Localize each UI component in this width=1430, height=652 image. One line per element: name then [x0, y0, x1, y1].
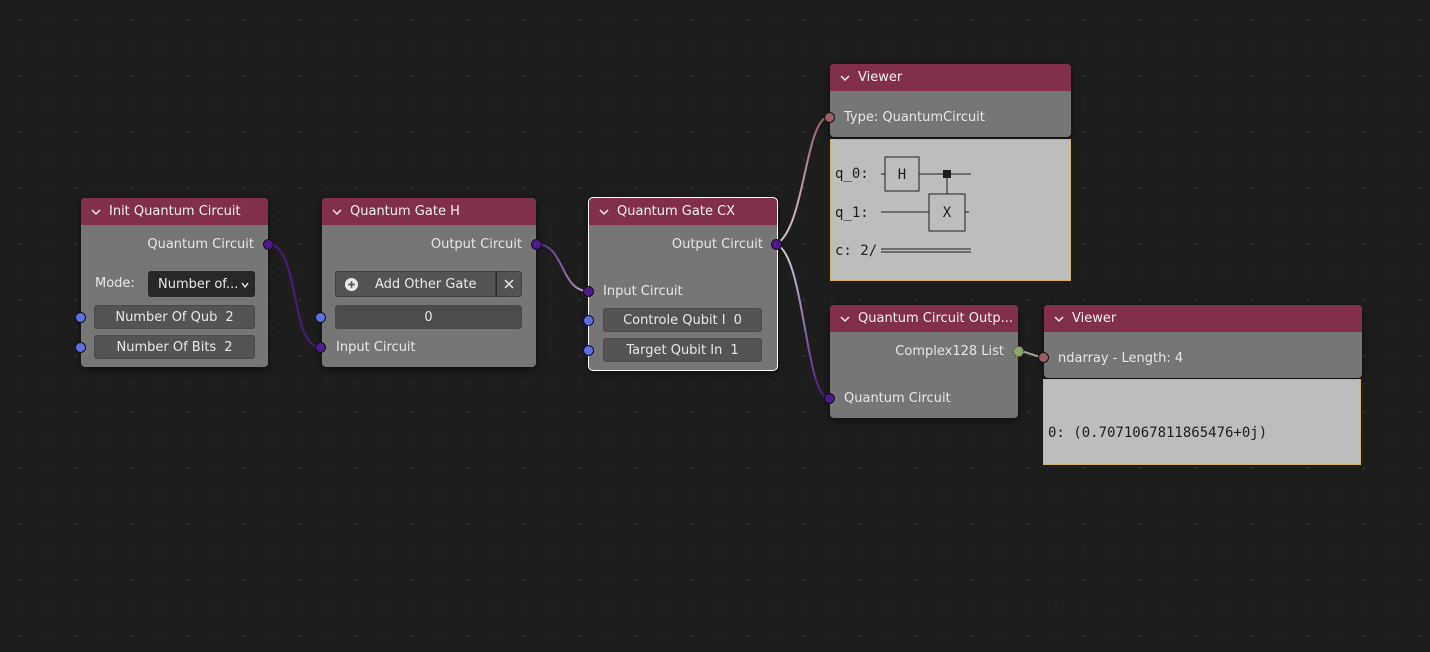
h-gate-label: H — [898, 167, 906, 183]
node-init-quantum-circuit[interactable]: Init Quantum Circuit Quantum Circuit Mod… — [81, 198, 268, 367]
link-gate-cx-to-viewer — [775, 116, 830, 245]
field-value: 0 — [424, 309, 433, 325]
chevron-down-icon[interactable] — [89, 205, 103, 219]
socket-label: Input Circuit — [336, 339, 416, 355]
close-icon — [504, 279, 514, 289]
node-viewer-circuit[interactable]: Viewer Type: QuantumCircuit — [830, 64, 1071, 137]
mode-label: Mode: — [95, 276, 135, 291]
node-header[interactable]: Viewer — [1044, 305, 1362, 332]
socket-label: Complex128 List — [895, 343, 1004, 359]
link-gate-cx-to-output — [775, 243, 830, 399]
target-qubit-field[interactable]: Target Qubit In 1 — [603, 338, 762, 362]
array-line: 2: 0j — [1048, 539, 1091, 555]
input-socket-row: Input Circuit — [589, 280, 777, 302]
input-socket[interactable] — [75, 312, 86, 323]
array-line: 0: (0.7071067811865476+0j) — [1048, 425, 1268, 441]
node-title: Quantum Circuit Outp... — [858, 311, 1014, 326]
node-title: Viewer — [858, 70, 903, 85]
field-label: Number Of Qub — [115, 309, 218, 325]
input-socket[interactable] — [583, 345, 594, 356]
number-of-bits-field[interactable]: Number Of Bits 2 — [94, 335, 255, 359]
node-title: Viewer — [1072, 311, 1117, 326]
input-socket-row: Type: QuantumCircuit — [830, 106, 1071, 128]
socket-label: Output Circuit — [671, 236, 763, 252]
chevron-down-icon[interactable] — [330, 205, 344, 219]
control-qubit-field[interactable]: Controle Qubit I 0 — [603, 308, 762, 332]
add-other-gate-group: Add Other Gate — [335, 271, 522, 297]
node-header[interactable]: Quantum Gate CX — [589, 198, 777, 225]
mode-dropdown[interactable]: Number of... — [148, 271, 255, 297]
field-value: 2 — [225, 309, 234, 325]
array-preview-panel: 0: (0.7071067811865476+0j) 1: 0j 2: 0j 3… — [1043, 379, 1361, 612]
x-gate-label: X — [943, 205, 952, 221]
link-gate-h-to-gate-cx — [535, 243, 589, 292]
button-label: Add Other Gate — [375, 276, 477, 292]
control-dot — [943, 170, 951, 178]
chevron-down-icon[interactable] — [838, 71, 852, 85]
field-label: Number Of Bits — [116, 339, 217, 355]
node-quantum-gate-h[interactable]: Quantum Gate H Output Circuit Add Other … — [322, 198, 536, 367]
output-socket[interactable] — [771, 239, 782, 250]
link-init-to-gate-h — [267, 243, 321, 348]
input-socket[interactable] — [315, 342, 326, 353]
output-socket[interactable] — [263, 239, 274, 250]
chevron-down-icon[interactable] — [1052, 312, 1066, 326]
input-socket[interactable] — [583, 286, 594, 297]
chevron-down-icon — [241, 282, 249, 289]
array-line: 1: 0j — [1048, 482, 1091, 498]
plus-circle-icon — [344, 277, 359, 291]
chevron-down-icon[interactable] — [597, 205, 611, 219]
add-other-gate-button[interactable]: Add Other Gate — [335, 271, 496, 297]
node-editor-canvas[interactable]: Init Quantum Circuit Quantum Circuit Mod… — [0, 0, 1430, 612]
output-socket[interactable] — [531, 239, 542, 250]
array-line: 3: (0.7071067811865476+0j) — [1048, 596, 1268, 612]
remove-gate-button[interactable] — [496, 271, 522, 297]
input-socket[interactable] — [824, 393, 835, 404]
field-value: 2 — [224, 339, 233, 355]
output-socket-row: Output Circuit — [589, 233, 777, 255]
input-socket[interactable] — [75, 342, 86, 353]
output-socket-row: Complex128 List — [830, 340, 1018, 362]
node-title: Quantum Gate H — [350, 204, 460, 219]
output-socket[interactable] — [1013, 346, 1024, 357]
output-socket-row: Output Circuit — [322, 233, 536, 255]
input-socket[interactable] — [824, 112, 835, 123]
node-title: Init Quantum Circuit — [109, 204, 241, 219]
socket-label: ndarray - Length: 4 — [1058, 350, 1184, 366]
quantum-circuit-diagram: q_0: q_1: c: 2/ H X — [835, 156, 971, 259]
input-socket[interactable] — [315, 312, 326, 323]
node-header[interactable]: Quantum Circuit Outp... — [830, 305, 1018, 332]
input-socket-row: Input Circuit — [322, 336, 536, 358]
socket-label: Quantum Circuit — [147, 236, 254, 252]
q0-label: q_0: — [835, 166, 869, 182]
node-header[interactable]: Quantum Gate H — [322, 198, 536, 225]
field-label: Controle Qubit I — [623, 312, 726, 328]
input-socket-row: ndarray - Length: 4 — [1044, 347, 1362, 369]
node-quantum-gate-cx[interactable]: Quantum Gate CX Output Circuit Input Cir… — [588, 197, 778, 371]
socket-label: Type: QuantumCircuit — [844, 109, 985, 125]
socket-label: Output Circuit — [430, 236, 522, 252]
field-label: Target Qubit In — [626, 342, 723, 358]
q1-label: q_1: — [835, 205, 869, 221]
input-socket[interactable] — [1038, 352, 1049, 363]
socket-label: Quantum Circuit — [844, 390, 951, 406]
node-header[interactable]: Init Quantum Circuit — [81, 198, 268, 225]
classical-label: c: 2/ — [835, 243, 877, 259]
output-socket-row: Quantum Circuit — [81, 233, 268, 255]
qubit-index-field[interactable]: 0 — [335, 305, 522, 329]
number-of-qubits-field[interactable]: Number Of Qub 2 — [94, 305, 255, 329]
node-header[interactable]: Viewer — [830, 64, 1071, 91]
socket-label: Input Circuit — [603, 283, 683, 299]
field-value: 0 — [733, 312, 742, 328]
input-socket[interactable] — [583, 315, 594, 326]
node-title: Quantum Gate CX — [617, 204, 736, 219]
input-socket-row: Quantum Circuit — [830, 387, 1018, 409]
chevron-down-icon[interactable] — [838, 312, 852, 326]
field-value: 1 — [730, 342, 739, 358]
circuit-preview-panel: q_0: q_1: c: 2/ H X — [830, 139, 1071, 281]
mode-value: Number of... — [158, 276, 239, 292]
node-viewer-array[interactable]: Viewer ndarray - Length: 4 — [1044, 305, 1362, 378]
node-quantum-circuit-output[interactable]: Quantum Circuit Outp... Complex128 List … — [830, 305, 1018, 418]
